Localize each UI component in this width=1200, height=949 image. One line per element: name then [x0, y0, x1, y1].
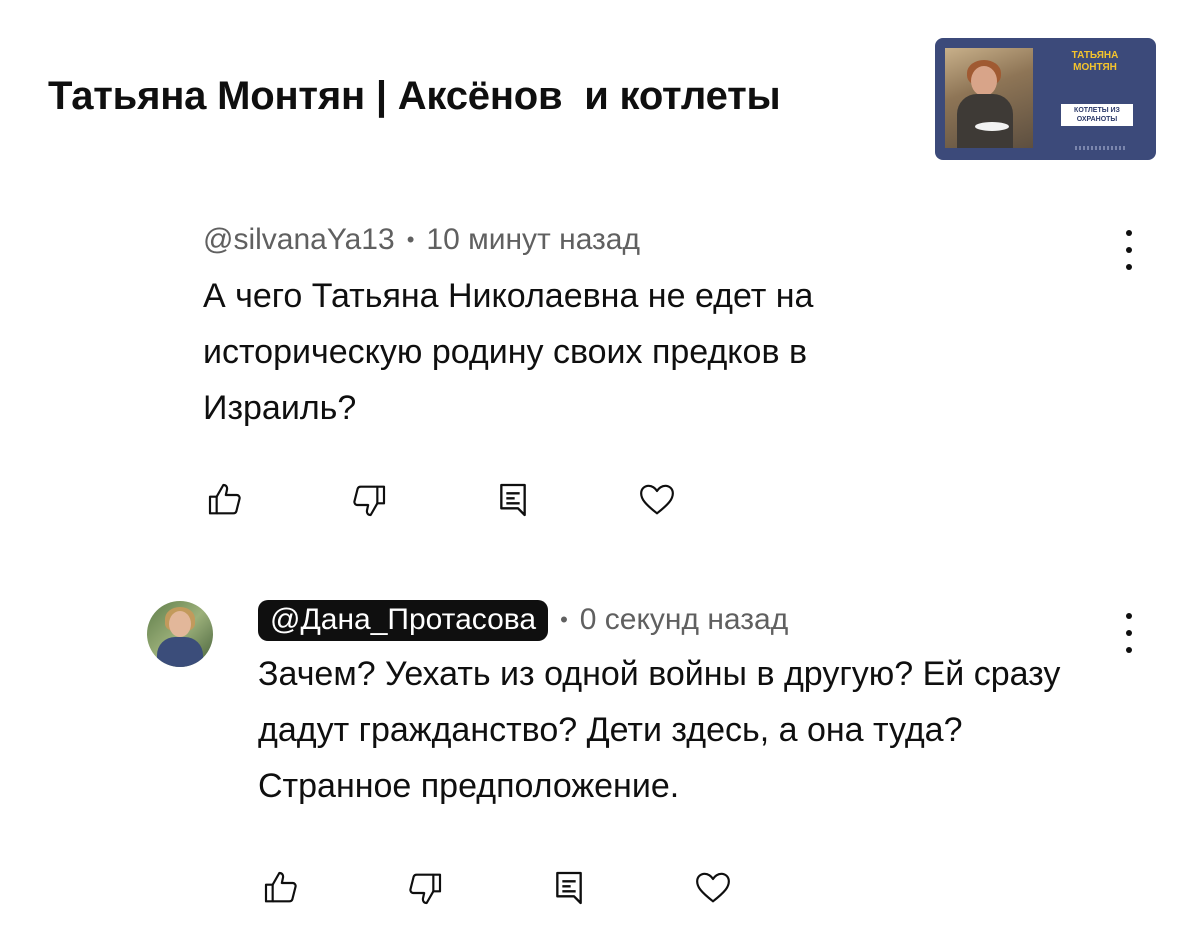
comment-meta: @Дана_Протасова • 0 секунд назад	[258, 599, 1128, 641]
thumbnail-name-line1: ТАТЬЯНА	[1071, 50, 1119, 61]
reply-icon	[556, 871, 582, 905]
thumbs-up-icon	[208, 483, 241, 515]
thumbs-up-icon	[264, 871, 297, 903]
comment-meta: @silvanaYa13 • 10 минут назад	[203, 220, 1103, 260]
thumbnail-caption-line2: ОХРАНОТЫ	[1076, 116, 1118, 123]
comment-author[interactable]: @silvanaYa13	[203, 223, 395, 257]
reply-icon	[500, 483, 526, 517]
thumbnail-name: ТАТЬЯНА МОНТЯН	[1045, 50, 1145, 74]
video-thumbnail[interactable]: ТАТЬЯНА МОНТЯН КОТЛЕТЫ ИЗ ОХРАНОТЫ	[935, 38, 1156, 160]
comment-actions	[259, 866, 835, 910]
dislike-button[interactable]	[347, 478, 391, 522]
heart-button[interactable]	[691, 866, 735, 910]
dislike-button[interactable]	[403, 866, 447, 910]
comment-time[interactable]: 0 секунд назад	[580, 603, 788, 637]
thumbnail-photo	[945, 48, 1033, 148]
like-button[interactable]	[203, 478, 247, 522]
thumbnail-caption-line1: КОТЛЕТЫ ИЗ	[1074, 107, 1120, 114]
heart-button[interactable]	[635, 478, 679, 522]
comment-menu-button[interactable]	[1119, 230, 1139, 270]
like-button[interactable]	[259, 866, 303, 910]
heart-icon	[640, 484, 674, 515]
comment-author[interactable]: @Дана_Протасова	[258, 599, 549, 641]
more-vert-icon	[1126, 230, 1132, 236]
comment-text: Зачем? Уехать из одной войны в другую? Е…	[258, 655, 1061, 805]
thumbs-down-icon	[409, 873, 442, 905]
thumbnail-name-line2: МОНТЯН	[1073, 62, 1117, 73]
heart-icon	[696, 872, 730, 903]
reply-comment: @Дана_Протасова • 0 секунд назад Зачем? …	[258, 599, 1128, 814]
comment-actions	[203, 478, 779, 522]
reply-button[interactable]	[547, 866, 591, 910]
video-title[interactable]: Татьяна Монтян | Аксёнов и котлеты	[48, 74, 781, 119]
avatar[interactable]	[147, 601, 213, 667]
thumbnail-decoration	[1075, 146, 1125, 150]
separator-dot: •	[406, 227, 415, 252]
comment-text: А чего Татьяна Николаевна не едет на ист…	[203, 277, 814, 427]
comment: @silvanaYa13 • 10 минут назад А чего Тат…	[203, 220, 1103, 436]
thumbnail-caption: КОТЛЕТЫ ИЗ ОХРАНОТЫ	[1061, 104, 1133, 126]
comment-time[interactable]: 10 минут назад	[426, 223, 640, 257]
more-vert-icon	[1126, 613, 1132, 619]
reply-button[interactable]	[491, 478, 535, 522]
thumbs-down-icon	[353, 485, 386, 517]
comment-menu-button[interactable]	[1119, 613, 1139, 653]
separator-dot: •	[560, 607, 568, 632]
